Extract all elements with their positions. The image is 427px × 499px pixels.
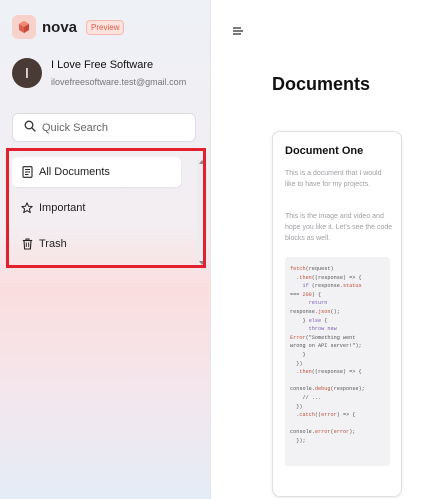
sidebar-item-label: All Documents	[39, 166, 110, 178]
sidebar-item-trash[interactable]: Trash	[12, 229, 197, 259]
code-line: })	[290, 403, 303, 410]
sidebar-toggle-icon[interactable]	[231, 24, 245, 36]
code-line: wrong on API server!");	[290, 343, 362, 350]
code-line: throw new	[308, 326, 337, 333]
brand-name: nova	[42, 18, 78, 36]
code-line: console.debug(response);	[290, 386, 365, 393]
document-paragraph: This is a document that I would like to …	[285, 170, 382, 188]
sidebar-item-label: Trash	[39, 238, 67, 250]
star-icon	[20, 202, 34, 214]
code-line: if (response.status	[302, 283, 362, 290]
preview-badge: Preview	[86, 19, 125, 35]
code-line: console.error(error);	[290, 429, 356, 436]
code-line: .catch((error) => {	[290, 412, 356, 419]
sidebar: nova Preview I I Love Free Software ilov…	[0, 0, 211, 499]
search-input[interactable]	[42, 121, 182, 134]
code-line: Error("Something went	[290, 334, 356, 341]
code-line: } else {	[290, 317, 328, 324]
document-title: Document One	[285, 145, 364, 157]
code-line: return	[308, 300, 328, 307]
scroll-down-arrow-icon[interactable]	[199, 261, 205, 265]
sidebar-item-important[interactable]: Important	[12, 193, 197, 223]
code-line: .then((response) => {	[290, 369, 362, 376]
sidebar-nav: All Documents Important Trash	[12, 157, 197, 265]
search-icon	[24, 119, 36, 137]
sidebar-item-label: Important	[39, 202, 86, 214]
scroll-up-arrow-icon[interactable]	[199, 160, 205, 164]
user-email: ilovefreesoftware.test@gmail.com	[51, 77, 187, 87]
user-profile[interactable]: I I Love Free Software ilovefreesoftware…	[12, 58, 186, 88]
trash-icon	[20, 238, 34, 250]
code-line: === 200) {	[290, 291, 322, 298]
document-icon	[20, 166, 34, 178]
code-line: .then((response) => {	[290, 274, 362, 281]
avatar: I	[12, 58, 42, 88]
code-line: })	[290, 360, 303, 367]
code-line: });	[290, 437, 306, 444]
code-block: fetch(request) .then((response) => { if …	[285, 257, 390, 466]
code-line: }	[290, 351, 306, 358]
sidebar-scrollbar[interactable]	[197, 159, 207, 267]
code-line: response.json();	[290, 308, 340, 315]
nova-logo-icon	[12, 15, 36, 39]
sidebar-item-all-documents[interactable]: All Documents	[12, 157, 181, 187]
code-line: // ...	[290, 394, 322, 401]
user-name: I Love Free Software	[51, 59, 154, 71]
code-line: fetch(request)	[290, 266, 334, 272]
page-title: Documents	[272, 74, 371, 94]
brand[interactable]: nova Preview	[12, 15, 125, 39]
quick-search[interactable]	[12, 113, 196, 142]
document-card[interactable]: Document One This is a document that I w…	[272, 131, 402, 497]
document-paragraph: This is the image and video and hope you…	[285, 213, 393, 242]
